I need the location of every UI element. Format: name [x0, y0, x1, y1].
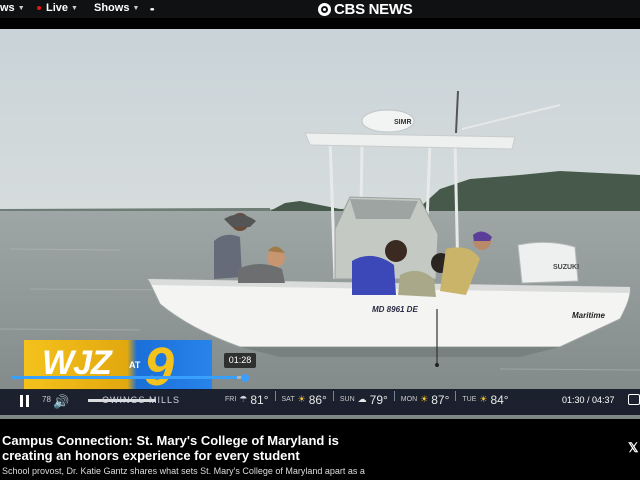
weather-forecast: FRI ☂ 81° SAT ☀ 86° SUN ☁ 79° MON ☀ 87° …	[225, 391, 509, 407]
forecast-day-name: TUE	[462, 396, 477, 403]
top-navigation: ws ▼ Live ▼ Shows ▼ ••• CBS NEWS	[0, 0, 640, 18]
wjz-logo-at: AT	[129, 360, 141, 370]
nav-news-label: ws	[0, 2, 15, 14]
captions-button[interactable]	[628, 394, 640, 405]
outboard-engine	[517, 241, 579, 284]
forecast-temp: 86°	[308, 392, 327, 407]
brand-name: CBS NEWS	[334, 0, 413, 18]
sun-icon: ☀	[297, 394, 306, 404]
scrub-time-tooltip: 01:28	[224, 353, 256, 368]
weather-location: OWINGS MILLS	[102, 395, 181, 405]
forecast-temp: 79°	[369, 392, 388, 407]
nav-shows-label: Shows	[94, 2, 130, 14]
cbs-news-logo[interactable]: CBS NEWS	[318, 0, 413, 18]
volume-button[interactable]: 🔊	[53, 394, 69, 410]
forecast-divider	[455, 391, 457, 401]
article-summary: School provost, Dr. Katie Gantz shares w…	[2, 466, 365, 476]
progress-fill	[12, 376, 237, 379]
hull-model: Maritime	[572, 311, 605, 320]
forecast-day-name: MON	[400, 396, 418, 403]
forecast-day-name: SAT	[281, 396, 295, 403]
rain-icon: ☂	[239, 394, 248, 404]
pause-icon-bar	[26, 395, 29, 407]
more-icon: •••	[150, 5, 155, 14]
chevron-down-icon: ▼	[71, 4, 78, 12]
live-dot-icon	[37, 6, 41, 10]
forecast-temp: 87°	[431, 392, 450, 407]
forecast-day: SUN ☁ 79°	[340, 393, 388, 407]
pause-button[interactable]	[20, 395, 32, 407]
sun-icon: ☀	[479, 394, 488, 404]
forecast-temp: 81°	[250, 392, 269, 407]
windshield	[350, 199, 418, 219]
more-menu-button[interactable]: •••	[150, 5, 155, 14]
wjz-logo: WJZ AT 9	[24, 337, 212, 397]
chevron-down-icon: ▼	[132, 4, 140, 12]
pause-icon	[20, 395, 23, 407]
forecast-day-name: FRI	[225, 396, 237, 403]
nav-live-menu[interactable]: Live ▼	[37, 2, 78, 14]
nav-news-menu[interactable]: ws ▼	[0, 2, 25, 14]
engine-brand: SUZUKI	[553, 264, 579, 271]
cbs-eye-icon	[318, 2, 331, 16]
forecast-divider	[274, 391, 276, 401]
x-share-icon[interactable]: 𝕏	[628, 440, 638, 456]
nav-shows-menu[interactable]: Shows ▼	[94, 2, 139, 14]
video-timecode: 01:30 / 04:37	[562, 395, 615, 405]
hull-registration: MD 8961 DE	[372, 305, 418, 314]
cloud-icon: ☁	[357, 394, 367, 404]
hull-shadow	[240, 347, 560, 357]
forecast-divider	[332, 391, 334, 401]
progress-bar[interactable]	[12, 376, 246, 379]
forecast-day: MON ☀ 87°	[401, 393, 450, 407]
forecast-day: FRI ☂ 81°	[225, 393, 269, 407]
forecast-day: SAT ☀ 86°	[282, 393, 327, 407]
radome-label: SIMR	[394, 119, 412, 126]
forecast-divider	[393, 391, 395, 401]
forecast-day-name: SUN	[339, 396, 355, 403]
chevron-down-icon: ▼	[17, 4, 25, 12]
forecast-temp: 84°	[490, 392, 509, 407]
article-headline[interactable]: Campus Connection: St. Mary's College of…	[2, 433, 392, 463]
forecast-day: TUE ☀ 84°	[462, 393, 508, 407]
sun-icon: ☀	[420, 394, 429, 404]
speaker-icon: 🔊	[53, 394, 70, 409]
nav-live-label: Live	[46, 2, 69, 14]
current-temperature: 78	[42, 395, 51, 404]
progress-scrubber-handle[interactable]	[241, 374, 249, 382]
